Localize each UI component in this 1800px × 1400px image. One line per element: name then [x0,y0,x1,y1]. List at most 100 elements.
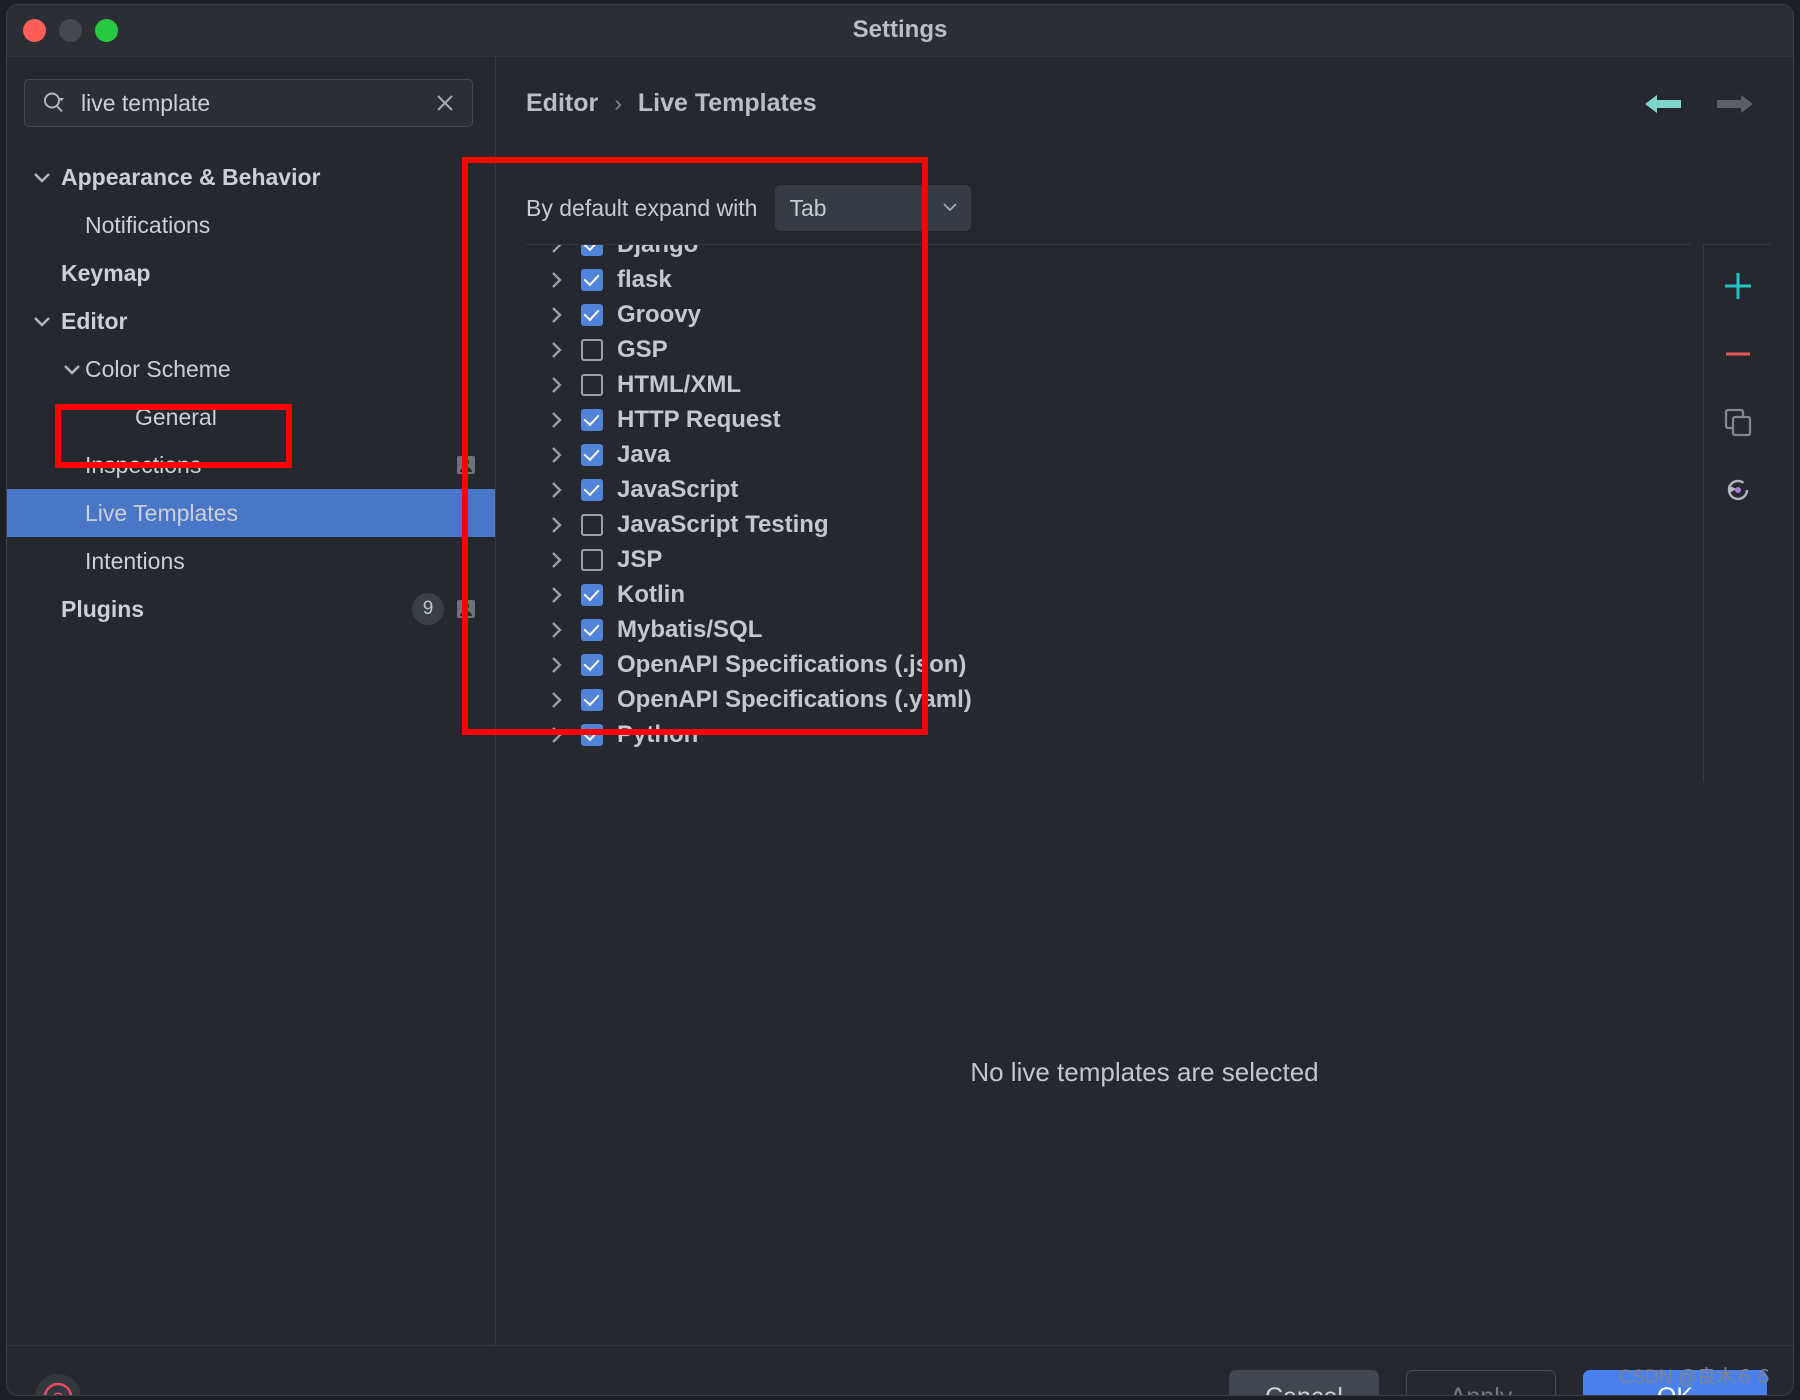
template-group-row[interactable]: OpenAPI Specifications (.yaml) [526,682,1691,717]
sidebar-item-label: Intentions [85,547,185,574]
template-group-label: Python [617,720,699,748]
template-group-checkbox[interactable] [581,338,603,361]
search-input[interactable]: live template [81,90,434,117]
template-group-row[interactable]: Groovy [526,297,1691,332]
chevron-right-icon[interactable] [544,408,568,432]
svg-text:?: ? [53,1389,62,1396]
template-group-row[interactable]: JSP [526,542,1691,577]
sidebar-item-label: Appearance & Behavior [61,163,321,190]
template-group-row[interactable]: Mybatis/SQL [526,612,1691,647]
template-group-row[interactable]: Java [526,437,1691,472]
chevron-down-icon[interactable] [59,356,85,382]
settings-sidebar: live template Appearance & Behavior Notif… [7,57,496,1345]
sidebar-item-indicators: 9 [412,585,477,633]
sidebar-item-label: General [135,403,217,430]
sidebar-item-color-scheme[interactable]: Color Scheme [7,345,495,393]
chevron-right-icon[interactable] [544,548,568,572]
template-group-label: HTML/XML [617,370,741,398]
chevron-right-icon[interactable] [544,583,568,607]
template-group-checkbox[interactable] [581,548,603,571]
template-group-checkbox[interactable] [581,513,603,536]
sidebar-item-inspections[interactable]: Inspections [7,441,495,489]
chevron-right-icon[interactable] [544,618,568,642]
template-group-label: flask [617,265,672,293]
search-field[interactable]: live template [24,79,473,127]
template-group-checkbox[interactable] [581,245,603,256]
template-group-checkbox[interactable] [581,373,603,396]
sidebar-item-label: Color Scheme [85,355,231,382]
template-group-checkbox[interactable] [581,618,603,641]
template-group-checkbox[interactable] [581,478,603,501]
arrow-left-icon[interactable] [1643,89,1685,124]
arrow-right-icon[interactable] [1713,89,1755,124]
template-group-label: JavaScript Testing [617,510,829,538]
template-group-checkbox[interactable] [581,723,603,746]
chevron-right-icon[interactable] [544,688,568,712]
template-group-label: Kotlin [617,580,685,608]
plugin-count-badge: 9 [412,593,444,625]
add-template-button[interactable] [1715,263,1761,309]
template-group-row[interactable]: HTTP Request [526,402,1691,437]
clear-icon[interactable] [434,92,456,114]
empty-state-message: No live templates are selected [970,1057,1319,1087]
template-group-row[interactable]: Kotlin [526,577,1691,612]
chevron-right-icon[interactable] [544,443,568,467]
restore-defaults-button[interactable] [1715,467,1761,513]
template-group-list[interactable]: Django flask Groovy GSP HTML/XML HTTP Request… [526,244,1691,782]
chevron-down-icon [943,199,958,217]
template-group-checkbox[interactable] [581,303,603,326]
expand-with-label: By default expand with [526,194,758,221]
sidebar-item-general[interactable]: General [7,393,495,441]
remove-template-button[interactable] [1715,331,1761,377]
chevron-right-icon[interactable] [544,513,568,537]
sidebar-item-intentions[interactable]: Intentions [7,537,495,585]
dialog-footer: ? CancelApplyOK [7,1345,1793,1396]
chevron-right-icon[interactable] [544,268,568,292]
chevron-right-icon[interactable] [544,303,568,327]
watermark: CSDN @良木６６ [1618,1367,1773,1388]
expand-with-select[interactable]: Tab [775,185,972,231]
chevron-down-icon[interactable] [29,308,55,334]
template-group-row[interactable]: HTML/XML [526,367,1691,402]
breadcrumb-parent[interactable]: Editor [526,89,598,118]
sidebar-item-editor[interactable]: Editor [7,297,495,345]
search-icon [41,90,67,116]
template-group-row[interactable]: flask [526,262,1691,297]
template-group-label: Java [617,440,671,468]
sidebar-item-notifications[interactable]: Notifications [7,201,495,249]
chevron-right-icon[interactable] [544,338,568,362]
breadcrumb-separator: › [614,90,622,116]
template-group-label: OpenAPI Specifications (.yaml) [617,685,972,713]
duplicate-template-button[interactable] [1715,399,1761,445]
template-group-row[interactable]: Django [526,244,1691,262]
sidebar-item-appearance-behavior[interactable]: Appearance & Behavior [7,153,495,201]
chevron-right-icon[interactable] [544,723,568,747]
template-group-row[interactable]: JavaScript Testing [526,507,1691,542]
sidebar-item-live-templates[interactable]: Live Templates [7,489,495,537]
template-group-label: Django [617,244,699,258]
template-group-row[interactable]: JavaScript [526,472,1691,507]
chevron-right-icon[interactable] [544,245,568,257]
template-group-checkbox[interactable] [581,408,603,431]
cancel-button[interactable]: Cancel [1229,1370,1379,1395]
template-group-row[interactable]: OpenAPI Specifications (.json) [526,647,1691,682]
template-group-checkbox[interactable] [581,583,603,606]
chevron-right-icon[interactable] [544,373,568,397]
help-circle-icon[interactable]: ? [35,1374,81,1396]
sidebar-item-keymap[interactable]: Keymap [7,249,495,297]
settings-tree: Appearance & Behavior Notifications Keymap… [7,153,495,633]
template-group-checkbox[interactable] [581,268,603,291]
template-group-checkbox[interactable] [581,653,603,676]
main-panel: Editor › Live Templates By default expan [496,57,1793,1345]
template-group-label: JSP [617,545,663,573]
chevron-right-icon[interactable] [544,478,568,502]
chevron-down-icon[interactable] [29,164,55,190]
expand-with-value: Tab [789,194,827,221]
template-group-checkbox[interactable] [581,688,603,711]
template-group-row[interactable]: GSP [526,332,1691,367]
settings-window: Settings live template Appearance & Beha… [6,4,1794,1396]
chevron-right-icon[interactable] [544,653,568,677]
template-group-checkbox[interactable] [581,443,603,466]
sidebar-item-plugins[interactable]: Plugins 9 [7,585,495,633]
template-group-row[interactable]: Python [526,717,1691,752]
